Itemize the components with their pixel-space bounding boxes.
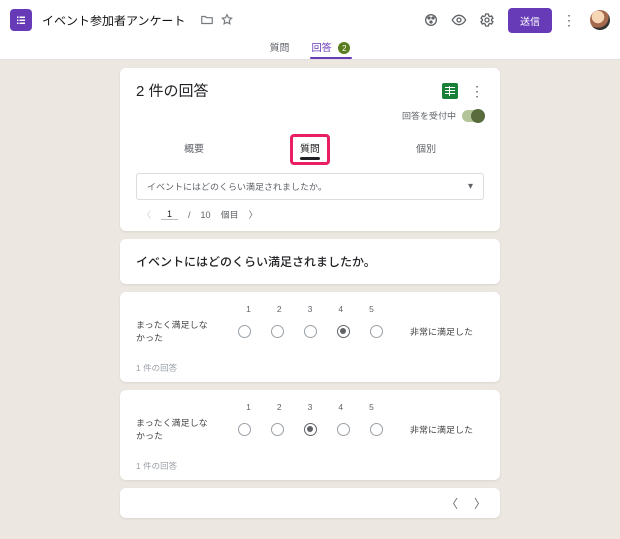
scale-option-3 — [304, 325, 317, 338]
send-button[interactable]: 送信 — [508, 8, 552, 33]
bottom-nav-card: 〈 〉 — [120, 488, 500, 518]
pager-unit: 個目 — [221, 208, 239, 221]
inner-tab-overview[interactable]: 概要 — [176, 136, 212, 163]
scale-num: 3 — [308, 304, 313, 314]
inner-tab-individual[interactable]: 個別 — [408, 136, 444, 163]
nav-next-icon[interactable]: 〉 — [474, 495, 486, 512]
sheets-icon[interactable] — [442, 83, 458, 99]
scale-option-2 — [271, 325, 284, 338]
tab-responses[interactable]: 回答 2 — [312, 39, 351, 60]
pager-sep: / — [188, 210, 191, 220]
scale-radios — [238, 423, 383, 436]
scale-num: 1 — [246, 402, 251, 412]
folder-icon[interactable] — [200, 13, 214, 27]
question-title-card: イベントにはどのくらい満足されましたか。 — [120, 239, 500, 284]
response-count-footer: 1 件の回答 — [136, 454, 484, 472]
scale-option-1 — [238, 423, 251, 436]
form-title[interactable]: イベント参加者アンケート — [42, 12, 186, 29]
scale-left-label: まったく満足しなかった — [136, 318, 210, 344]
scale-right-label: 非常に満足した — [410, 423, 484, 436]
tab-questions[interactable]: 質問 — [270, 39, 290, 59]
accepting-label: 回答を受付中 — [402, 109, 456, 122]
account-avatar[interactable] — [590, 10, 610, 30]
scale-num: 5 — [369, 402, 374, 412]
app-header: イベント参加者アンケート 送信 ⋮ — [0, 0, 620, 34]
scale-right-label: 非常に満足した — [410, 325, 484, 338]
scale-header: 1 2 3 4 5 — [136, 402, 484, 412]
scale-option-4 — [337, 325, 350, 338]
scale-option-2 — [271, 423, 284, 436]
scale-header: 1 2 3 4 5 — [136, 304, 484, 314]
scale-num: 2 — [277, 304, 282, 314]
selector-text: イベントにはどのくらい満足されましたか。 — [147, 180, 327, 193]
scale-radios — [238, 325, 383, 338]
main-area: 2 件の回答 ⋮ 回答を受付中 概要 質問 個別 イベントにはどのくらい満足され… — [0, 60, 620, 518]
responses-summary-card: 2 件の回答 ⋮ 回答を受付中 概要 質問 個別 イベントにはどのくらい満足され… — [120, 68, 500, 231]
scale-num: 4 — [338, 304, 343, 314]
accepting-responses-row: 回答を受付中 — [136, 109, 484, 122]
pager-next-icon[interactable]: 〉 — [249, 208, 258, 221]
response-card: 1 2 3 4 5 まったく満足しなかった 非常に満足した 1 件の回答 — [120, 292, 500, 382]
scale-option-3 — [304, 423, 317, 436]
theme-icon[interactable] — [420, 9, 442, 31]
scale-num: 1 — [246, 304, 251, 314]
response-card: 1 2 3 4 5 まったく満足しなかった 非常に満足した 1 件の回答 — [120, 390, 500, 480]
scale-num: 2 — [277, 402, 282, 412]
pager-prev-icon[interactable]: 〈 — [142, 208, 151, 221]
chevron-down-icon: ▾ — [468, 181, 473, 192]
settings-icon[interactable] — [476, 9, 498, 31]
scale-option-5 — [370, 325, 383, 338]
question-title: イベントにはどのくらい満足されましたか。 — [136, 255, 376, 269]
scale-num: 4 — [338, 402, 343, 412]
response-view-tabs: 概要 質問 個別 — [136, 136, 484, 163]
tab-label: 回答 — [312, 43, 332, 54]
card-more-icon[interactable]: ⋮ — [470, 85, 484, 97]
scale-option-1 — [238, 325, 251, 338]
responses-count-title: 2 件の回答 — [136, 80, 442, 101]
forms-logo — [10, 9, 32, 31]
pager-total: 10 — [201, 210, 211, 220]
tab-label: 質問 — [270, 43, 290, 54]
star-icon[interactable] — [220, 13, 234, 27]
scale-option-5 — [370, 423, 383, 436]
question-selector[interactable]: イベントにはどのくらい満足されましたか。 ▾ — [136, 173, 484, 200]
question-pager: 〈 1 / 10 個目 〉 — [142, 208, 484, 221]
scale-option-4 — [337, 423, 350, 436]
preview-icon[interactable] — [448, 9, 470, 31]
pager-current[interactable]: 1 — [161, 209, 178, 220]
responses-count-badge: 2 — [338, 42, 350, 54]
accepting-toggle[interactable] — [462, 110, 484, 122]
nav-prev-icon[interactable]: 〈 — [446, 495, 458, 512]
scale-num: 3 — [308, 402, 313, 412]
top-tabs: 質問 回答 2 — [0, 34, 620, 60]
scale-num: 5 — [369, 304, 374, 314]
scale-left-label: まったく満足しなかった — [136, 416, 210, 442]
response-count-footer: 1 件の回答 — [136, 356, 484, 374]
more-menu-icon[interactable]: ⋮ — [558, 9, 580, 31]
inner-tab-question[interactable]: 質問 — [292, 136, 328, 163]
